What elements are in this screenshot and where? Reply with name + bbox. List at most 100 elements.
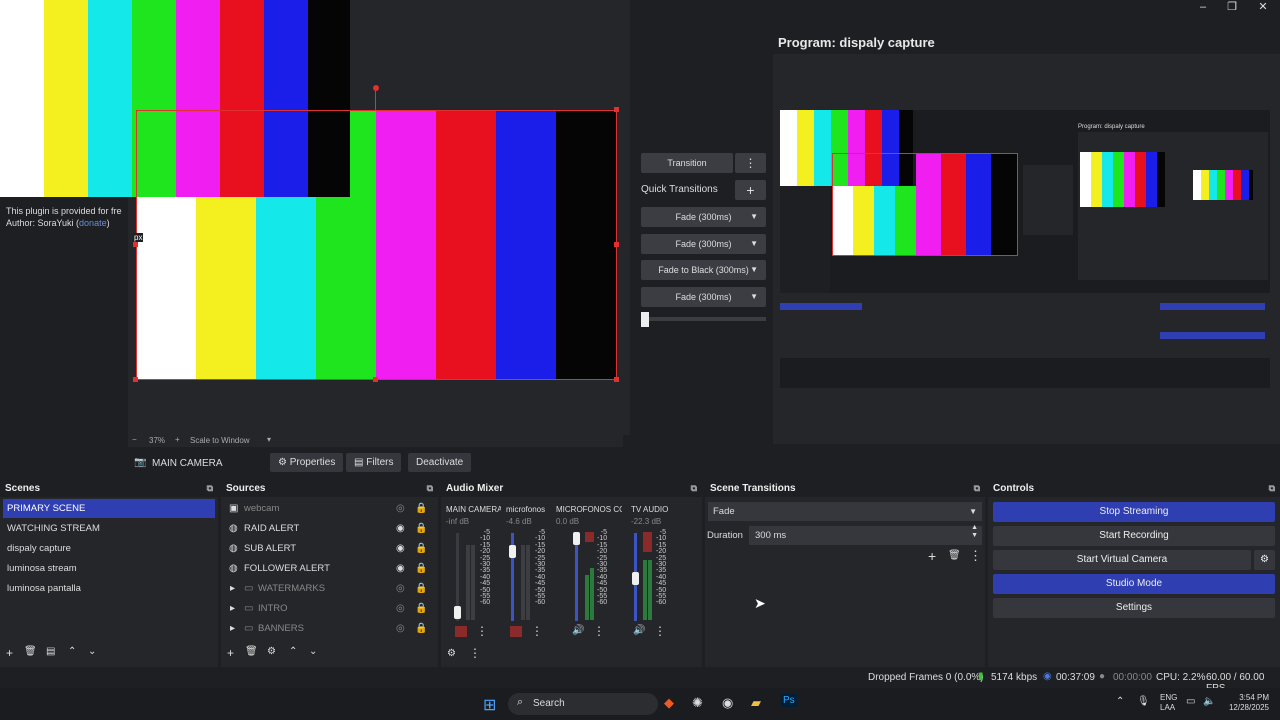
lock-icon[interactable]: 🔒 xyxy=(415,519,427,538)
resize-handle-tr[interactable] xyxy=(614,107,619,112)
channel-menu-icon[interactable]: ⋮ xyxy=(654,624,666,638)
obs-icon[interactable]: ◉ xyxy=(722,695,733,711)
scene-filters-icon[interactable]: ▤ xyxy=(46,646,55,657)
brave-icon[interactable]: ◆ xyxy=(664,695,674,711)
resize-handle-l[interactable] xyxy=(133,242,138,247)
file-explorer-icon[interactable]: ▰ xyxy=(751,695,761,711)
resize-handle-br[interactable] xyxy=(614,377,619,382)
properties-button[interactable]: ⚙ Properties xyxy=(270,453,344,472)
muted-speaker-icon[interactable] xyxy=(455,626,467,637)
eye-icon[interactable]: ◉ xyxy=(396,559,405,578)
source-item[interactable]: ◍ SUB ALERT ◉ 🔒 xyxy=(224,539,435,558)
mixer-settings-icon[interactable]: ⚙ xyxy=(447,648,456,659)
t-bar-track[interactable] xyxy=(641,317,766,321)
mixer-menu-icon[interactable]: ⋮ xyxy=(469,646,481,660)
popout-icon[interactable]: ⧉ xyxy=(427,480,433,497)
eye-icon[interactable]: ◉ xyxy=(396,539,405,558)
speaker-icon[interactable]: 🔊 xyxy=(572,625,584,636)
chevron-down-icon[interactable]: ▾ xyxy=(267,435,271,444)
fader-knob[interactable] xyxy=(573,532,580,545)
fader-knob[interactable] xyxy=(454,606,461,619)
popout-icon[interactable]: ⧉ xyxy=(974,480,980,497)
volume-icon[interactable]: 🔈 xyxy=(1203,696,1215,707)
clock[interactable]: 3:54 PM 12/28/2025 xyxy=(1225,693,1269,713)
gear-icon[interactable]: ⚙ xyxy=(1254,550,1275,570)
move-down-icon[interactable]: ⌄ xyxy=(309,646,317,657)
lock-icon[interactable]: 🔒 xyxy=(415,539,427,558)
quick-transition-2[interactable]: Fade (300ms) ▼ xyxy=(641,234,766,254)
channel-menu-icon[interactable]: ⋮ xyxy=(476,624,488,638)
source-group[interactable]: ▸ ▭ INTRO ◎ 🔒 xyxy=(224,599,435,618)
zoom-out-button[interactable]: − xyxy=(132,435,137,444)
studio-mode-button[interactable]: Studio Mode xyxy=(993,574,1275,594)
maximize-button[interactable]: ❐ xyxy=(1217,0,1247,14)
resize-handle-bl[interactable] xyxy=(133,377,138,382)
scene-item[interactable]: PRIMARY SCENE xyxy=(3,499,215,518)
chatgpt-icon[interactable]: ✺ xyxy=(692,695,703,711)
add-quick-transition-button[interactable]: + xyxy=(735,180,766,200)
add-transition-icon[interactable]: + xyxy=(928,548,936,564)
close-button[interactable]: ✕ xyxy=(1248,0,1278,14)
channel-menu-icon[interactable]: ⋮ xyxy=(593,624,605,638)
scene-item[interactable]: luminosa pantalla xyxy=(3,579,215,598)
rotation-handle[interactable] xyxy=(373,85,379,91)
windows-start-icon[interactable]: ⊞ xyxy=(483,695,496,715)
t-bar-handle[interactable] xyxy=(641,312,649,327)
source-item[interactable]: ▣ webcam ◎ 🔒 xyxy=(224,499,435,518)
minimize-button[interactable]: – xyxy=(1188,0,1218,14)
resize-handle-r[interactable] xyxy=(614,242,619,247)
lock-icon[interactable]: 🔒 xyxy=(415,579,427,598)
source-group[interactable]: ▸ ▭ WATERMARKS ◎ 🔒 xyxy=(224,579,435,598)
filters-button[interactable]: ▤ Filters xyxy=(346,453,402,472)
remove-source-icon[interactable]: 🗑 xyxy=(245,646,258,657)
scene-item[interactable]: luminosa stream xyxy=(3,559,215,578)
move-up-icon[interactable]: ⌃ xyxy=(68,646,76,657)
transition-menu-icon[interactable]: ⋮ xyxy=(969,548,982,564)
fader-knob[interactable] xyxy=(509,545,516,558)
network-icon[interactable]: ▭ xyxy=(1186,696,1195,707)
start-recording-button[interactable]: Start Recording xyxy=(993,526,1275,546)
fader-track[interactable] xyxy=(575,533,578,621)
transition-menu-icon[interactable]: ⋮ xyxy=(735,153,766,173)
duration-input[interactable]: 300 ms ▲ ▼ xyxy=(749,524,982,545)
chevron-right-icon[interactable]: ▸ xyxy=(230,619,235,638)
resize-handle-b[interactable] xyxy=(373,377,378,382)
chevron-right-icon[interactable]: ▸ xyxy=(230,599,235,618)
remove-transition-icon[interactable]: 🗑 xyxy=(948,550,961,561)
popout-icon[interactable]: ⧉ xyxy=(1269,480,1275,497)
lock-icon[interactable]: 🔒 xyxy=(415,559,427,578)
quick-transition-1[interactable]: Fade (300ms) ▼ xyxy=(641,207,766,227)
zoom-in-button[interactable]: + xyxy=(175,435,180,444)
lock-icon[interactable]: 🔒 xyxy=(415,619,427,638)
eye-hidden-icon[interactable]: ◎ xyxy=(396,599,405,618)
move-down-icon[interactable]: ⌄ xyxy=(88,646,96,657)
scale-mode[interactable]: Scale to Window xyxy=(190,436,250,445)
stepper-icon[interactable]: ▲ ▼ xyxy=(971,524,978,540)
add-scene-icon[interactable]: + xyxy=(6,646,13,660)
eye-icon[interactable]: ◉ xyxy=(396,519,405,538)
popout-icon[interactable]: ⧉ xyxy=(691,480,697,497)
settings-button[interactable]: Settings xyxy=(993,598,1275,618)
chevron-right-icon[interactable]: ▸ xyxy=(230,579,235,598)
quick-transition-3[interactable]: Fade to Black (300ms) ▼ xyxy=(641,260,766,280)
eye-hidden-icon[interactable]: ◎ xyxy=(396,619,405,638)
transition-select[interactable]: Fade ▼ xyxy=(708,502,982,521)
source-properties-icon[interactable]: ⚙ xyxy=(267,646,276,657)
photoshop-icon[interactable]: Ps xyxy=(781,694,797,707)
scene-item[interactable]: dispaly capture xyxy=(3,539,215,558)
speaker-icon[interactable]: 🔊 xyxy=(633,625,645,636)
source-item[interactable]: ◍ RAID ALERT ◉ 🔒 xyxy=(224,519,435,538)
move-up-icon[interactable]: ⌃ xyxy=(289,646,297,657)
quick-transition-4[interactable]: Fade (300ms) ▼ xyxy=(641,287,766,307)
muted-speaker-icon[interactable] xyxy=(510,626,522,637)
taskbar-search[interactable]: ⌕ Search xyxy=(508,693,658,715)
language-indicator[interactable]: ENG LAA xyxy=(1160,693,1177,713)
transition-button[interactable]: Transition xyxy=(641,153,733,173)
channel-menu-icon[interactable]: ⋮ xyxy=(531,624,543,638)
remove-scene-icon[interactable]: 🗑 xyxy=(24,646,37,657)
stop-streaming-button[interactable]: Stop Streaming xyxy=(993,502,1275,522)
scene-item[interactable]: WATCHING STREAM xyxy=(3,519,215,538)
fader-knob[interactable] xyxy=(632,572,639,585)
donate-link[interactable]: donate xyxy=(79,218,107,228)
microphone-icon[interactable]: 🎙 xyxy=(1137,696,1150,707)
